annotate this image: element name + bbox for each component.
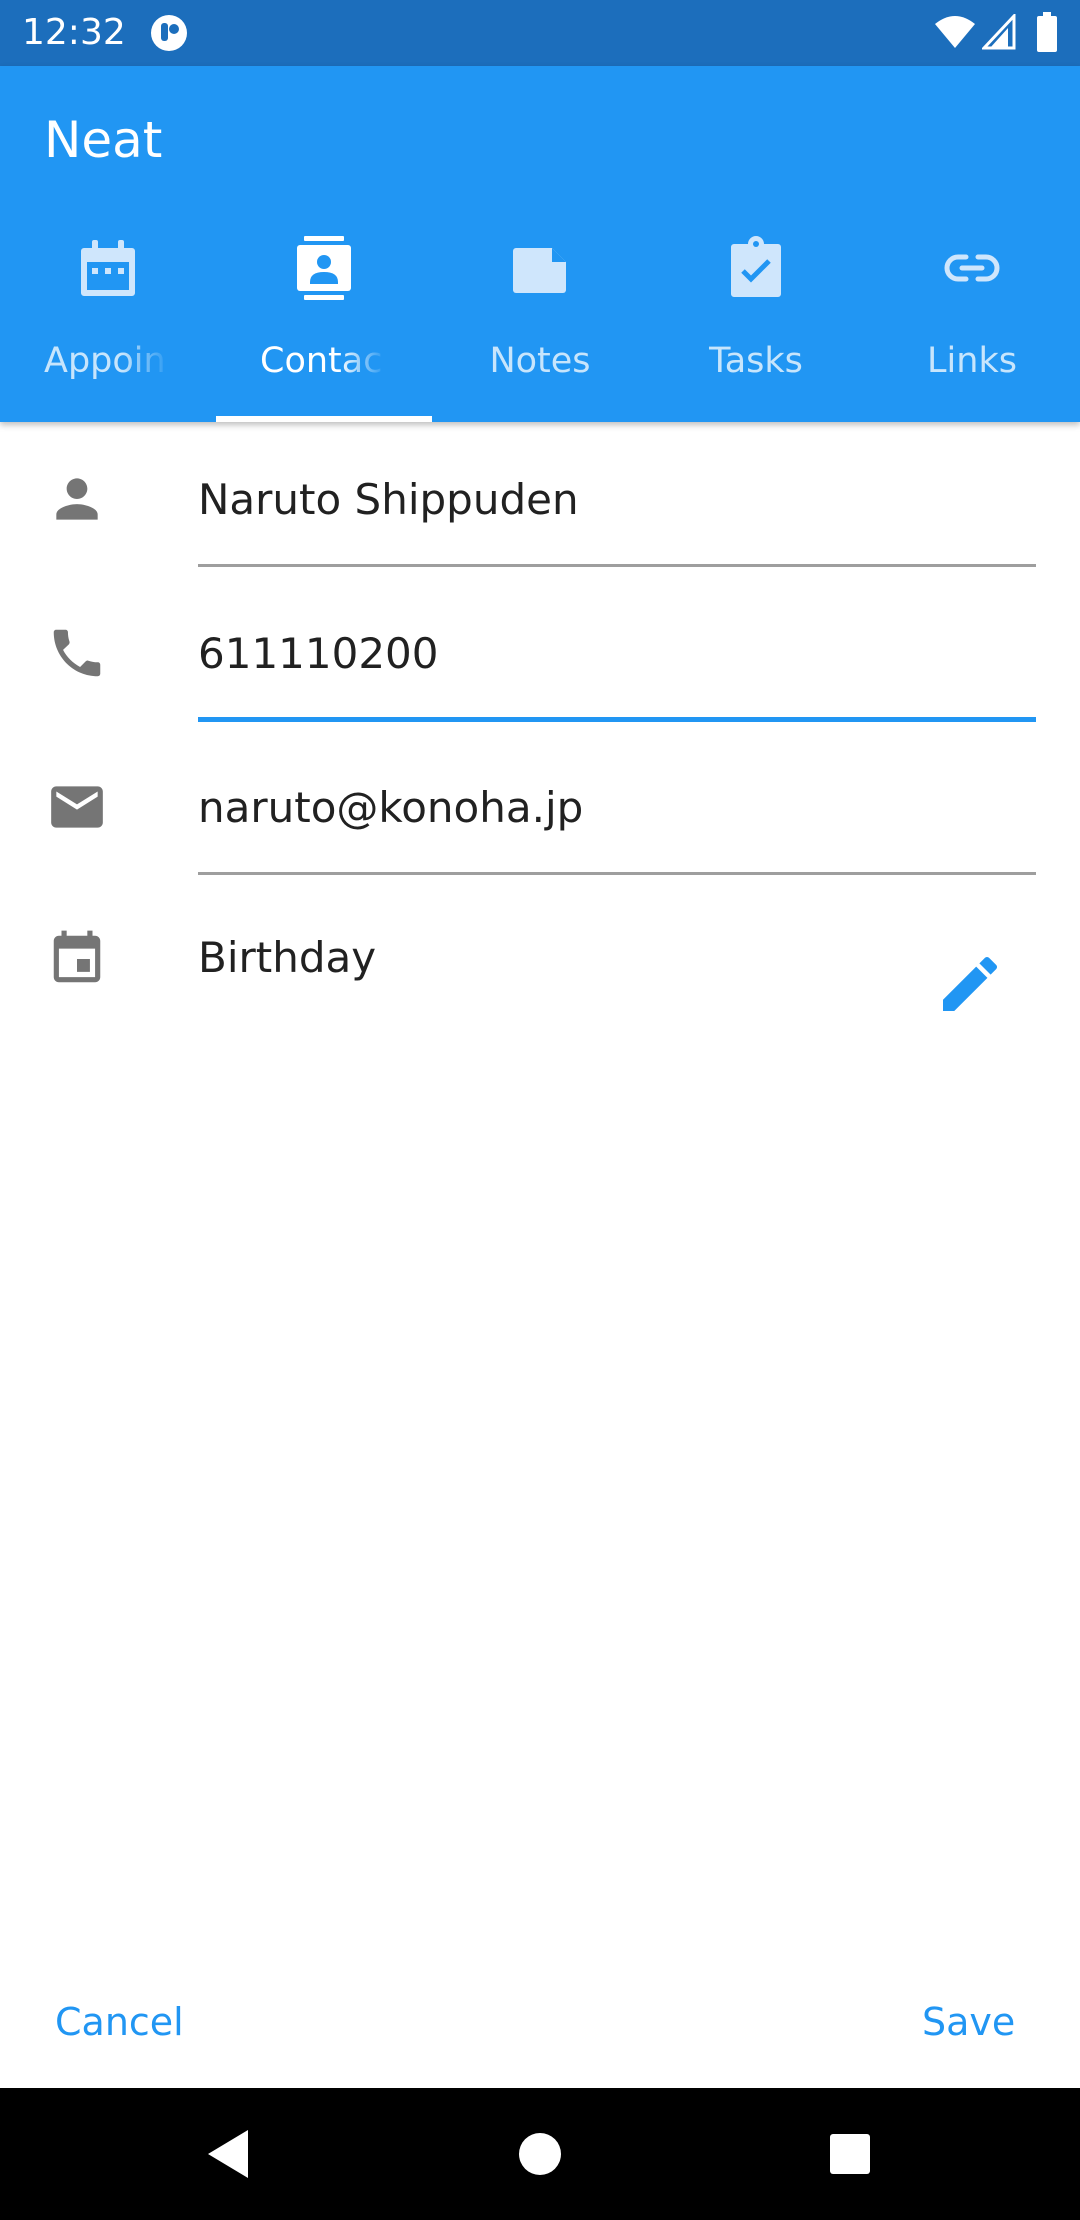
phone-row: 611110200 — [0, 576, 1080, 730]
wifi-icon — [935, 16, 975, 48]
tab-tasks[interactable]: Tasks — [648, 236, 864, 422]
tab-label: Tasks — [709, 341, 803, 381]
phone-field-underline-focused — [198, 717, 1036, 722]
link-icon — [944, 254, 1000, 282]
status-time: 12:32 — [22, 12, 126, 53]
email-field[interactable]: naruto@konoha.jp — [198, 780, 583, 836]
tab-label: Contac — [260, 341, 383, 381]
email-row: naruto@konoha.jp — [0, 730, 1080, 884]
calendar-icon — [81, 240, 135, 296]
contact-card-icon — [297, 236, 351, 300]
app-bar: Neat Appoin Contac Notes Tasks Links — [0, 66, 1080, 422]
active-tab-indicator — [216, 416, 432, 422]
status-bar: 12:32 — [0, 0, 1080, 66]
tab-label: Links — [927, 341, 1017, 381]
email-icon — [51, 786, 103, 828]
birthday-row: Birthday — [0, 884, 1080, 1038]
email-field-underline — [198, 872, 1036, 875]
calendar-icon — [53, 930, 101, 983]
tab-notes[interactable]: Notes — [432, 236, 648, 422]
tab-bar: Appoin Contac Notes Tasks Links — [0, 236, 1080, 422]
save-button[interactable]: Save — [922, 1992, 1015, 2052]
back-icon[interactable] — [200, 2124, 260, 2184]
name-field-underline — [198, 564, 1036, 567]
name-field[interactable]: Naruto Shippuden — [198, 472, 579, 528]
screen: 12:32 Neat Appoin Contac Notes Tasks Lin… — [0, 0, 1080, 2220]
battery-icon — [1037, 12, 1057, 52]
tab-label: Notes — [489, 341, 591, 381]
birthday-label: Birthday — [198, 933, 377, 982]
signal-icon — [982, 14, 1016, 50]
person-icon — [56, 478, 98, 520]
clipboard-check-icon — [731, 236, 781, 297]
home-icon[interactable] — [510, 2124, 570, 2184]
recents-icon[interactable] — [820, 2124, 880, 2184]
tab-links[interactable]: Links — [864, 236, 1080, 422]
note-icon — [513, 248, 566, 293]
app-notification-icon — [151, 15, 187, 51]
name-row: Naruto Shippuden — [0, 422, 1080, 576]
navigation-bar — [0, 2088, 1080, 2220]
cancel-button[interactable]: Cancel — [55, 1992, 184, 2052]
pencil-icon[interactable] — [934, 948, 1006, 1020]
app-title: Neat — [44, 111, 163, 169]
tab-contacts[interactable]: Contac — [216, 236, 432, 422]
phone-icon — [53, 629, 101, 677]
phone-field[interactable]: 611110200 — [198, 626, 439, 682]
tab-label: Appoin — [44, 341, 166, 381]
tab-appointments[interactable]: Appoin — [0, 236, 216, 422]
